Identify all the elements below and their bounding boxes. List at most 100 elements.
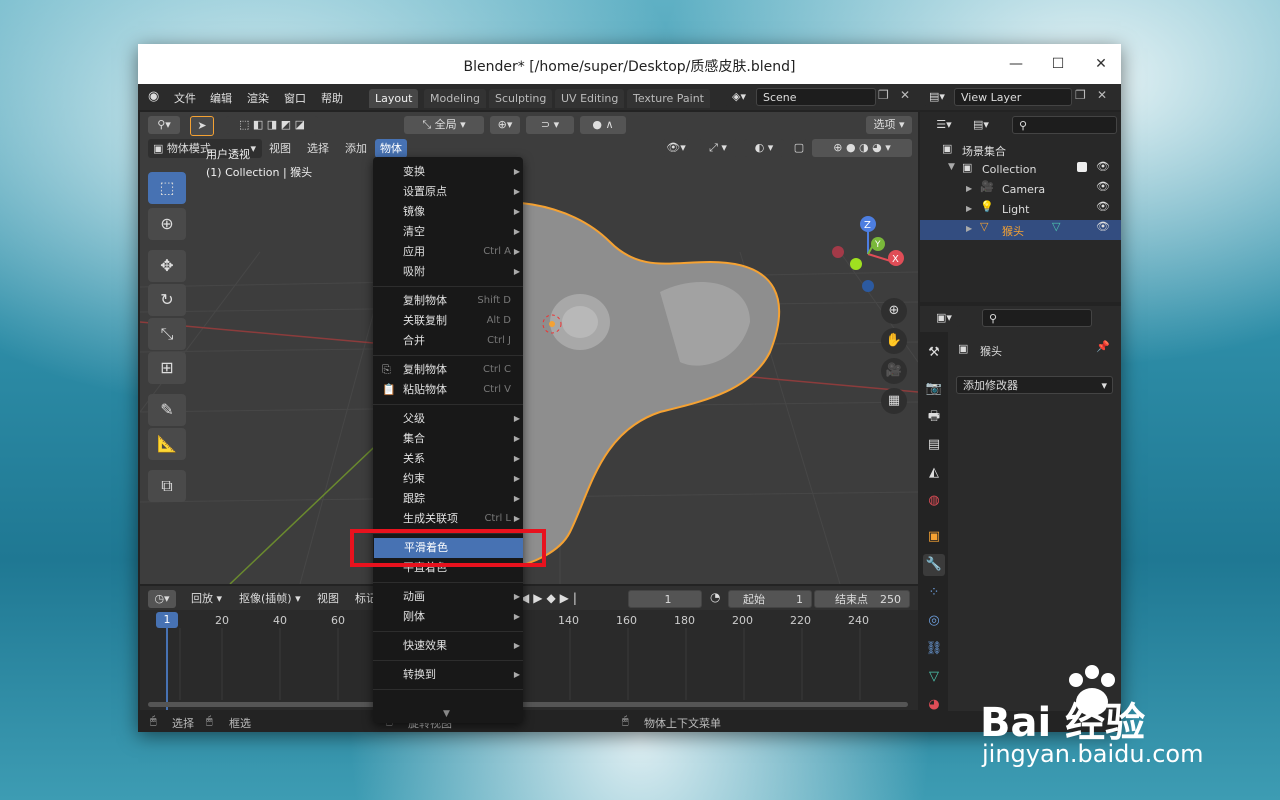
display-mode-icon[interactable]: ▤▾ <box>966 116 996 134</box>
snap-icon[interactable]: ⊃ ▾ <box>526 116 574 134</box>
copy-scene-icon[interactable]: ❐ <box>878 88 889 102</box>
clock-icon[interactable]: ◔ <box>710 590 720 604</box>
3d-viewport[interactable]: ⚲▾ ➤ ⬚ ◧ ◨ ◩ ◪ ⤡ 全局 ▾ ⊕▾ ⊃ ▾ ● ∧ 选项 ▾ ▣ … <box>140 112 918 584</box>
menu-edit[interactable]: 编辑 <box>210 90 232 106</box>
menu-item-quick-effects[interactable]: 快速效果 ▶ <box>373 636 523 656</box>
cursor-tool-icon[interactable]: ⊕ <box>148 208 186 240</box>
world-tab-icon[interactable]: ◍ <box>923 490 945 512</box>
eye-icon[interactable]: 👁 <box>1096 160 1110 173</box>
select-mode-icons[interactable]: ⬚ ◧ ◨ ◩ ◪ <box>226 116 318 134</box>
eye-icon[interactable]: 👁 <box>1096 200 1110 213</box>
collection-checkbox[interactable] <box>1077 162 1087 172</box>
menu-window[interactable]: 窗口 <box>284 90 306 106</box>
viewport-menu-select[interactable]: 选择 <box>302 139 334 158</box>
menu-item-snap[interactable]: 吸附 ▶ <box>373 262 523 282</box>
minimize-icon[interactable]: — <box>1006 54 1026 74</box>
view-layer-field[interactable]: View Layer <box>954 88 1072 106</box>
menu-help[interactable]: 帮助 <box>321 90 343 106</box>
menu-item-set-origin[interactable]: 设置原点 ▶ <box>373 182 523 202</box>
select-cursor-icon[interactable]: ➤ <box>190 116 214 136</box>
copy-view-layer-icon[interactable]: ❐ <box>1075 88 1086 102</box>
shading-icons[interactable]: ⊕ ● ◑ ◕ ▾ <box>812 139 912 157</box>
modifier-tab-icon[interactable]: 🔧 <box>923 554 945 576</box>
expand-camera-icon[interactable]: ▶ <box>966 184 972 193</box>
menu-item-clear[interactable]: 清空 ▶ <box>373 222 523 242</box>
menu-item-transform[interactable]: 变换 ▶ <box>373 162 523 182</box>
menu-item-join[interactable]: 合并 Ctrl J <box>373 331 523 351</box>
menu-item-duplicate[interactable]: 复制物体 Shift D <box>373 291 523 311</box>
scene-selector-icon[interactable]: ◈▾ <box>724 88 754 106</box>
perspective-grid-icon[interactable]: ▦ <box>881 388 907 414</box>
tab-modeling[interactable]: Modeling <box>424 89 487 108</box>
gizmo-icon[interactable]: ⤢ ▾ <box>698 139 738 157</box>
end-frame-field[interactable]: 结束点 250 <box>814 590 910 608</box>
outliner-item-light[interactable]: Light <box>1002 203 1029 216</box>
expand-monkey-icon[interactable]: ▶ <box>966 224 972 233</box>
particles-tab-icon[interactable]: ⁘ <box>923 582 945 604</box>
timeline-menu-view[interactable]: 视图 <box>312 589 344 608</box>
menu-item-relations[interactable]: 关系 ▶ <box>373 449 523 469</box>
zoom-icon[interactable]: ⊕ <box>881 298 907 324</box>
tab-uv-editing[interactable]: UV Editing <box>555 89 625 108</box>
properties-editor-type-icon[interactable]: ▣▾ <box>928 309 960 327</box>
view-layer-tab-icon[interactable]: ▤ <box>923 434 945 456</box>
viewport-menu-object[interactable]: 物体 <box>375 139 407 158</box>
transform-orientation-dropdown[interactable]: ⤡ 全局 ▾ <box>404 116 484 134</box>
expand-light-icon[interactable]: ▶ <box>966 204 972 213</box>
add-cube-tool-icon[interactable]: ⧉ <box>148 470 186 502</box>
close-icon[interactable]: ✕ <box>1091 54 1111 74</box>
pivot-point-icon[interactable]: ⊕▾ <box>490 116 520 134</box>
constraints-tab-icon[interactable]: ⛓ <box>923 638 945 660</box>
pin-icon[interactable]: 📌 <box>1096 340 1110 353</box>
timeline-editor-type-icon[interactable]: ◷▾ <box>148 590 176 608</box>
menu-item-link-transfer[interactable]: 生成关联项 Ctrl L ▶ <box>373 509 523 529</box>
overlays-icon[interactable]: ◐ ▾ <box>744 139 784 157</box>
menu-item-track[interactable]: 跟踪 ▶ <box>373 489 523 509</box>
start-frame-field[interactable]: 起始 1 <box>728 590 812 608</box>
menu-render[interactable]: 渲染 <box>247 90 269 106</box>
menu-item-parent[interactable]: 父级 ▶ <box>373 409 523 429</box>
visibility-icon[interactable]: 👁▾ <box>662 139 690 157</box>
xray-icon[interactable]: ▢ <box>790 139 808 157</box>
expand-collection-icon[interactable]: ▼ <box>948 162 955 172</box>
object-tab-icon[interactable]: ▣ <box>923 526 945 548</box>
maximize-icon[interactable]: ☐ <box>1048 54 1068 74</box>
measure-tool-icon[interactable]: 📐 <box>148 428 186 460</box>
tool-settings-icon[interactable]: ⚲▾ <box>148 116 180 134</box>
output-tab-icon[interactable]: 🖶 <box>923 406 945 428</box>
viewport-menu-view[interactable]: 视图 <box>264 139 296 158</box>
tab-texture-paint[interactable]: Texture Paint <box>627 89 710 108</box>
viewport-menu-add[interactable]: 添加 <box>340 139 372 158</box>
timeline-editor[interactable]: ◷▾ 回放 ▾ 抠像(插帧) ▾ 视图 标记 ◀▶◆▶| 1 ◔ 起始 1 结束… <box>140 586 918 710</box>
timeline-menu-playback[interactable]: 回放 ▾ <box>186 589 227 608</box>
scene-field[interactable]: Scene <box>756 88 876 106</box>
collection-label[interactable]: Collection <box>982 163 1036 176</box>
scale-tool-icon[interactable]: ⤡ <box>148 318 186 350</box>
menu-file[interactable]: 文件 <box>174 90 196 106</box>
pan-hand-icon[interactable]: ✋ <box>881 328 907 354</box>
menu-item-animation[interactable]: 动画 ▶ <box>373 587 523 607</box>
timeline-track-area[interactable]: 1 20 40 60 140 160 180 200 220 240 <box>140 610 918 710</box>
navigation-gizmo[interactable]: Z X Y <box>830 212 910 302</box>
select-box-tool-icon[interactable]: ⬚ <box>148 172 186 204</box>
tab-sculpting[interactable]: Sculpting <box>489 89 553 108</box>
menu-item-duplicate-linked[interactable]: 关联复制 Alt D <box>373 311 523 331</box>
render-tab-icon[interactable]: 📷 <box>923 378 945 400</box>
current-frame-field[interactable]: 1 <box>628 590 702 608</box>
menu-item-mirror[interactable]: 镜像 ▶ <box>373 202 523 222</box>
blender-logo-icon[interactable]: ◉ <box>148 89 159 104</box>
move-tool-icon[interactable]: ✥ <box>148 250 186 282</box>
outliner-item-camera[interactable]: Camera <box>1002 183 1045 196</box>
outliner-editor-type-icon[interactable]: ☰▾ <box>928 116 960 134</box>
properties-search-input[interactable]: ⚲ <box>982 309 1092 327</box>
data-tab-icon[interactable]: ▽ <box>923 666 945 688</box>
view-layer-selector-icon[interactable]: ▤▾ <box>923 88 951 106</box>
timeline-menu-keying[interactable]: 抠像(插帧) ▾ <box>234 589 306 608</box>
menu-item-paste[interactable]: 📋 粘贴物体 Ctrl V <box>373 380 523 400</box>
delete-view-layer-icon[interactable]: ✕ <box>1097 88 1107 102</box>
proportional-edit-icon[interactable]: ● ∧ <box>580 116 626 134</box>
outliner-item-monkey[interactable]: 猴头 <box>1002 223 1024 239</box>
options-dropdown[interactable]: 选项 ▾ <box>866 116 912 134</box>
transform-tool-icon[interactable]: ⊞ <box>148 352 186 384</box>
scroll-down-icon[interactable]: ▼ <box>443 709 450 719</box>
